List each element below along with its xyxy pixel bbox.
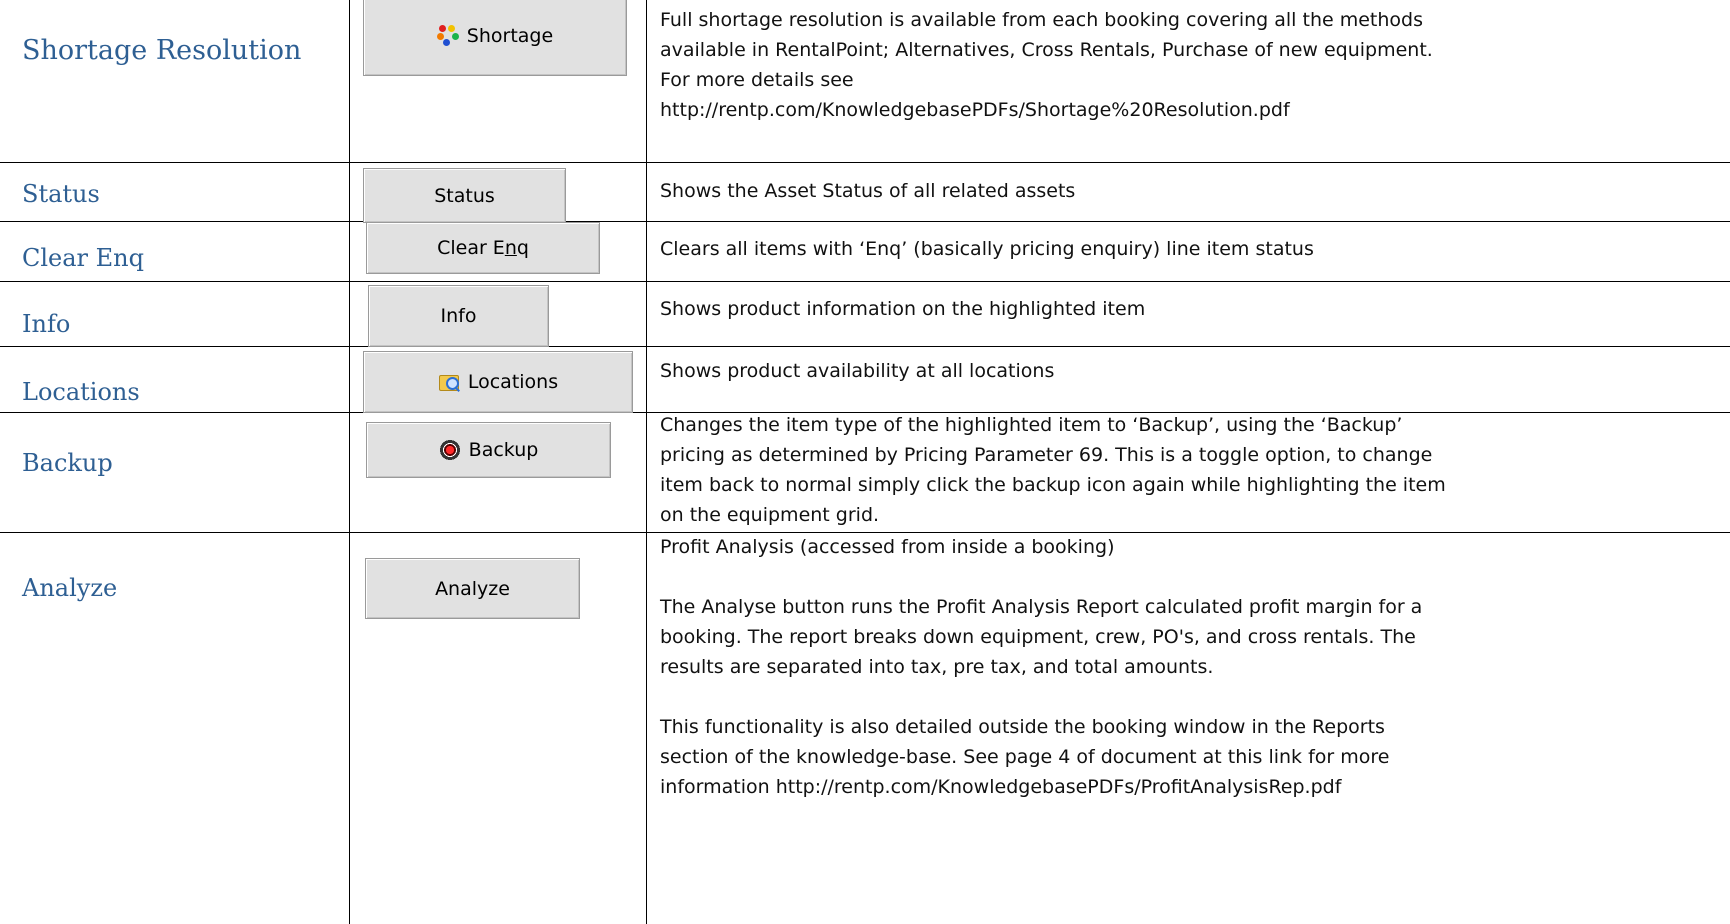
description-line: Shows product availability at all locati… (660, 360, 1055, 382)
description-line: booking. The report breaks down equipmen… (660, 626, 1416, 648)
locations-button[interactable]: Locations (363, 351, 633, 413)
description-line: The Analyse button runs the Profit Analy… (660, 596, 1423, 618)
button-label: Info (440, 305, 477, 327)
button-label-part: q (516, 237, 529, 259)
description: Changes the item type of the highlighted… (660, 410, 1710, 530)
description-line: information http://rentp.com/Knowledgeba… (660, 776, 1342, 798)
term-label: Backup (22, 449, 113, 477)
table-row-clear-enq: Clear Enq Clear Enq Clears all items wit… (0, 221, 1730, 281)
term-label: Info (22, 310, 71, 338)
button-label: Locations (467, 371, 559, 393)
shortage-button[interactable]: Shortage (363, 0, 627, 76)
button-label-mnemonic: n (504, 237, 517, 259)
shortage-icon (436, 25, 459, 47)
description-line: Clears all items with ‘Enq’ (basically p… (660, 238, 1314, 260)
description-line: item back to normal simply click the bac… (660, 474, 1446, 496)
description-line: http://rentp.com/KnowledgebasePDFs/Short… (660, 99, 1290, 121)
term-label: Clear Enq (22, 244, 144, 272)
description-line: pricing as determined by Pricing Paramet… (660, 444, 1433, 466)
description: Shows the Asset Status of all related as… (660, 176, 1710, 206)
button-label-part: Clear E (437, 237, 505, 259)
backup-button[interactable]: Backup (366, 422, 611, 478)
term-label: Analyze (22, 574, 118, 602)
description-line: results are separated into tax, pre tax,… (660, 656, 1214, 678)
table-row-shortage: Shortage Resolution Shortage Full shorta… (0, 0, 1730, 162)
button-label: Clear Enq (437, 237, 529, 259)
term-label: Status (22, 180, 100, 208)
feature-table: Shortage Resolution Shortage Full shorta… (0, 0, 1730, 924)
term-label: Locations (22, 378, 140, 406)
table-row-status: Status Status Shows the Asset Status of … (0, 162, 1730, 223)
button-label: Shortage (466, 25, 554, 47)
clear-enq-button[interactable]: Clear Enq (366, 222, 600, 274)
table-row-analyze: Analyze Analyze Profit Analysis (accesse… (0, 532, 1730, 924)
term-label: Shortage Resolution (22, 35, 302, 66)
backup-icon (438, 439, 461, 461)
locations-icon (438, 371, 460, 393)
info-button[interactable]: Info (368, 285, 549, 347)
table-row-info: Info Info Shows product information on t… (0, 281, 1730, 347)
status-button[interactable]: Status (363, 168, 566, 223)
analyze-button[interactable]: Analyze (365, 558, 580, 619)
description: Clears all items with ‘Enq’ (basically p… (660, 234, 1710, 264)
description-line: For more details see (660, 69, 854, 91)
description: Shows product availability at all locati… (660, 356, 1710, 386)
description-line: Profit Analysis (accessed from inside a … (660, 536, 1115, 558)
description-line: section of the knowledge-base. See page … (660, 746, 1390, 768)
button-label: Backup (468, 439, 539, 461)
description-line: This functionality is also detailed outs… (660, 716, 1385, 738)
description-line: Shows the Asset Status of all related as… (660, 180, 1076, 202)
description: Shows product information on the highlig… (660, 294, 1710, 324)
description-line: Shows product information on the highlig… (660, 298, 1146, 320)
button-label: Analyze (435, 577, 510, 600)
description: Profit Analysis (accessed from inside a … (660, 532, 1710, 802)
table-row-locations: Locations Locations Shows product availa… (0, 346, 1730, 413)
table-row-backup: Backup Backup Changes the item type of t… (0, 412, 1730, 532)
description-line: Full shortage resolution is available fr… (660, 9, 1423, 31)
description-line: on the equipment grid. (660, 504, 880, 526)
description: Full shortage resolution is available fr… (660, 5, 1710, 125)
description-line: available in RentalPoint; Alternatives, … (660, 39, 1433, 61)
description-line: Changes the item type of the highlighted… (660, 414, 1403, 436)
button-label: Status (434, 184, 495, 207)
